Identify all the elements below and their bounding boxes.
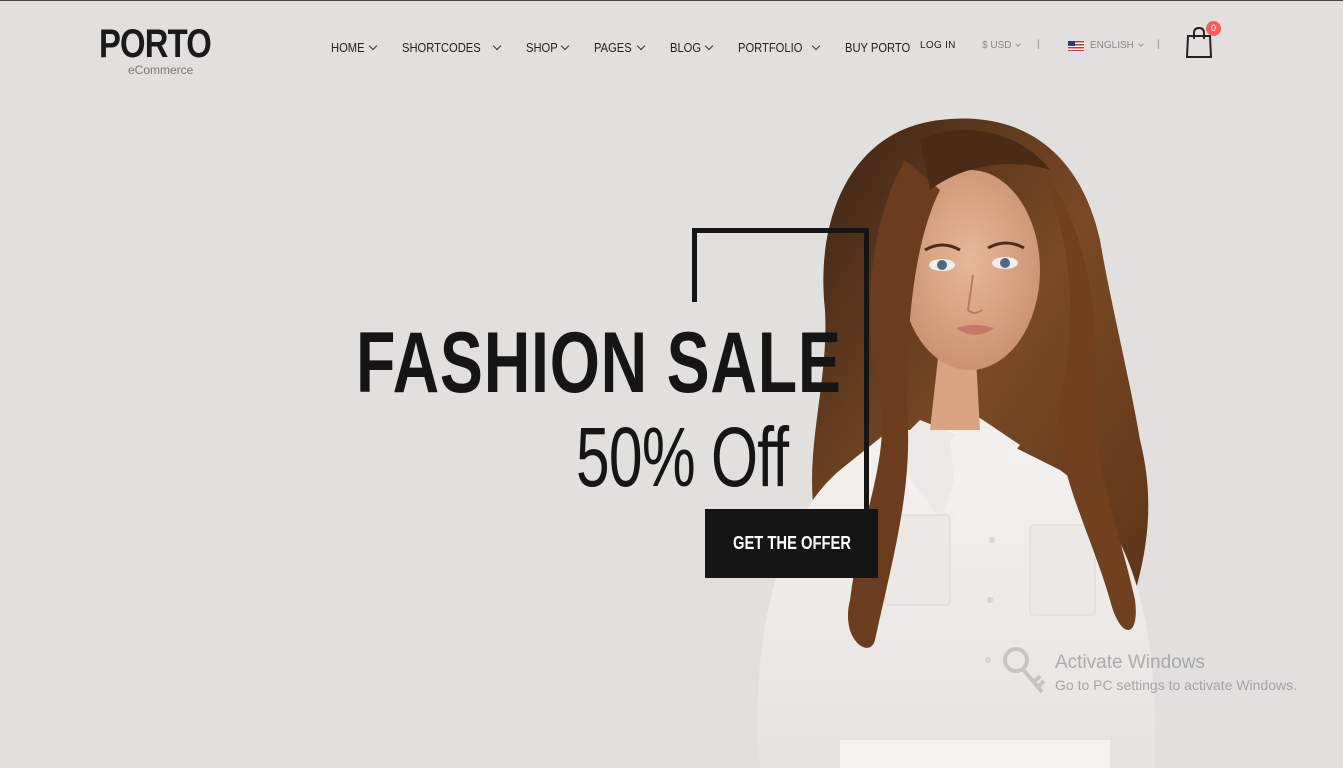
- logo-title: PORTO: [99, 22, 212, 66]
- nav-item-label: SHORTCODES: [402, 39, 481, 55]
- nav-item-label: BLOG: [670, 39, 702, 55]
- header-separator: |: [1157, 39, 1160, 50]
- nav-item-label: HOME: [331, 39, 365, 55]
- nav-item-label: PORTFOLIO: [738, 39, 803, 55]
- cart-button[interactable]: 0: [1185, 21, 1225, 64]
- top-border: [0, 0, 1343, 1]
- nav-item-label: BUY PORTO: [845, 39, 911, 55]
- nav-item-buy-porto[interactable]: BUY PORTO: [845, 40, 915, 55]
- nav-item-label: PAGES: [594, 39, 633, 55]
- chevron-down-icon: [492, 41, 501, 50]
- chevron-down-icon: [1015, 41, 1022, 47]
- nav-item-shortcodes[interactable]: SHORTCODES: [402, 39, 501, 55]
- nav-item-portfolio[interactable]: PORTFOLIO: [738, 39, 821, 55]
- watermark-title: Activate Windows: [1055, 652, 1205, 673]
- main-nav: HOME SHORTCODES SHOP PAGES BLOG PORTFOLI…: [331, 38, 941, 56]
- key-icon: [1003, 647, 1046, 694]
- decorative-frame-left: [692, 228, 697, 302]
- currency-label: $ USD: [982, 40, 1012, 51]
- language-label: ENGLISH: [1090, 40, 1134, 51]
- currency-select[interactable]: $ USD: [982, 40, 1022, 51]
- chevron-down-icon: [705, 41, 714, 50]
- nav-item-label: SHOP: [525, 39, 558, 55]
- logo[interactable]: PORTO eCommerce: [99, 22, 236, 77]
- us-flag-icon: [1068, 40, 1084, 51]
- chevron-down-icon: [561, 41, 570, 50]
- login-link[interactable]: LOG IN: [920, 40, 956, 51]
- hero-subtitle: 50% Off: [576, 410, 789, 504]
- nav-item-blog[interactable]: BLOG: [670, 39, 714, 55]
- chevron-down-icon: [368, 41, 378, 50]
- get-offer-label: GET THE OFFER: [732, 533, 851, 553]
- nav-item-pages[interactable]: PAGES: [594, 39, 646, 55]
- nav-item-home[interactable]: HOME: [331, 39, 378, 55]
- hero-title: FASHION SALE: [356, 315, 842, 411]
- chevron-down-icon: [811, 41, 821, 50]
- watermark-subtitle: Go to PC settings to activate Windows.: [1055, 677, 1297, 693]
- cart-count-badge: 0: [1206, 21, 1221, 36]
- chevron-down-icon: [1138, 41, 1144, 47]
- logo-subtitle: eCommerce: [128, 63, 194, 77]
- nav-item-shop[interactable]: SHOP: [525, 39, 570, 55]
- get-offer-button[interactable]: GET THE OFFER: [705, 509, 878, 578]
- header-separator: |: [1037, 39, 1040, 50]
- chevron-down-icon: [636, 41, 646, 50]
- language-select[interactable]: ENGLISH: [1068, 40, 1144, 51]
